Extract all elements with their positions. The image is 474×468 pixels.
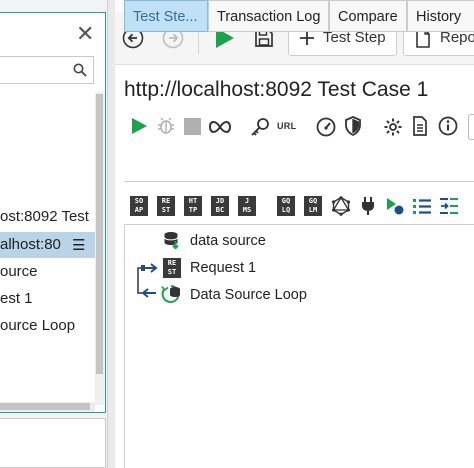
list-icon[interactable] xyxy=(412,197,432,215)
jdbc-icon-line1: JD xyxy=(215,197,225,205)
tab-compare[interactable]: Compare xyxy=(329,0,407,32)
gqlq-icon-line2: LQ xyxy=(281,206,291,214)
soap-icon-line2: AP xyxy=(134,206,144,214)
tab-test-steps[interactable]: Test Ste... xyxy=(124,0,208,32)
debug-icon[interactable] xyxy=(157,117,175,135)
add-graphql-mutation-step-icon[interactable]: GQ LM xyxy=(304,196,322,216)
vertical-scroll-thumb[interactable] xyxy=(96,94,103,374)
tree-item-request[interactable]: est 1 xyxy=(0,287,33,311)
run-step-icon[interactable] xyxy=(385,196,405,216)
add-jdbc-step-icon[interactable]: JD BC xyxy=(211,196,229,216)
url-icon[interactable]: URL xyxy=(277,121,296,131)
tree-item-project[interactable]: ost:8092 Test xyxy=(0,205,89,229)
gqlm-icon-line1: GQ xyxy=(308,197,318,205)
step-data-source-loop[interactable]: Data Source Loop xyxy=(190,286,307,304)
stop-icon[interactable] xyxy=(184,118,201,135)
add-http-step-icon[interactable]: HT TP xyxy=(184,196,202,216)
search-icon[interactable] xyxy=(73,63,87,77)
horizontal-scroll-thumb[interactable] xyxy=(0,403,90,410)
info-icon[interactable] xyxy=(438,116,458,136)
gqlq-icon-line1: GQ xyxy=(281,197,291,205)
http-icon-line2: TP xyxy=(188,206,198,214)
security-shield-icon[interactable] xyxy=(344,116,362,136)
tab-divider xyxy=(124,181,474,182)
gqlm-icon-line2: LM xyxy=(308,206,318,214)
overflow-button[interactable] xyxy=(468,114,474,140)
loop-icon[interactable] xyxy=(209,120,231,134)
rest-request-icon-line2: ST xyxy=(167,268,177,276)
data-source-loop-icon xyxy=(161,285,180,303)
key-icon[interactable] xyxy=(250,117,270,137)
http-icon-line1: HT xyxy=(188,197,198,205)
step-request-1[interactable]: Request 1 xyxy=(190,259,256,277)
navigator-search-input[interactable] xyxy=(0,56,94,84)
tree-item-data-source[interactable]: ource xyxy=(0,260,38,284)
settings-gear-icon[interactable] xyxy=(383,117,403,137)
rest-request-icon-line1: RE xyxy=(167,259,177,267)
close-icon[interactable]: ✕ xyxy=(76,22,94,46)
gauge-icon[interactable] xyxy=(316,117,336,137)
add-jms-step-icon[interactable]: J MS xyxy=(238,196,256,216)
jms-icon-line1: J xyxy=(244,197,250,205)
menu-icon[interactable]: ☰ xyxy=(72,236,85,254)
jms-icon-line2: MS xyxy=(242,206,252,214)
step-data-source[interactable]: data source xyxy=(190,232,266,250)
graphql-icon[interactable] xyxy=(331,196,351,216)
rest-request-icon: RE ST xyxy=(163,258,181,278)
plug-icon[interactable] xyxy=(359,196,377,216)
run-test-case-icon[interactable] xyxy=(130,117,148,135)
tab-history[interactable]: History xyxy=(407,0,474,32)
tree-item-test-case[interactable]: alhost:80 xyxy=(0,233,61,257)
tree-item-data-source-loop[interactable]: ource Loop xyxy=(0,314,75,338)
data-source-icon xyxy=(164,232,179,249)
soap-icon-line1: SO xyxy=(134,197,144,205)
add-rest-step-icon[interactable]: RE ST xyxy=(157,196,175,216)
document-icon[interactable] xyxy=(412,116,428,136)
add-graphql-query-step-icon[interactable]: GQ LQ xyxy=(277,196,295,216)
jdbc-icon-line2: BC xyxy=(215,206,225,214)
rest-icon-line2: ST xyxy=(161,206,171,214)
test-case-title: http://localhost:8092 Test Case 1 xyxy=(124,78,429,101)
tab-transaction-log[interactable]: Transaction Log xyxy=(208,0,329,32)
rest-icon-line1: RE xyxy=(161,197,171,205)
collapse-icon[interactable] xyxy=(439,197,459,215)
panel-splitter[interactable] xyxy=(107,0,115,468)
add-soap-step-icon[interactable]: SO AP xyxy=(130,196,148,216)
properties-panel xyxy=(0,418,106,468)
